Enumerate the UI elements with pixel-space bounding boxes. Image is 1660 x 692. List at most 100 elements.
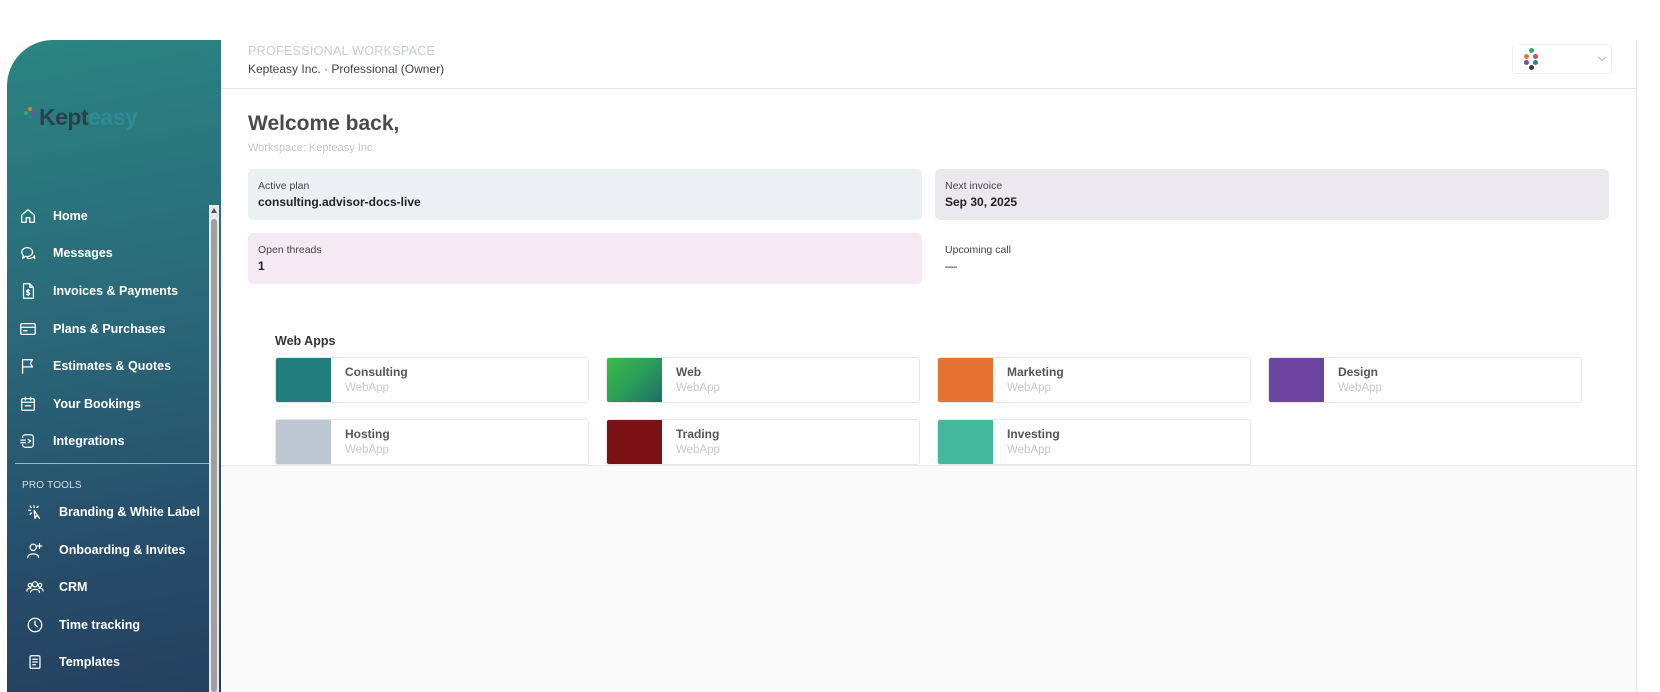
- app-name: Marketing: [1007, 365, 1064, 379]
- sidebar-item-templates[interactable]: Templates: [7, 644, 207, 682]
- open-threads-card: Open threads 1: [248, 233, 922, 284]
- card-label: Open threads: [258, 244, 322, 256]
- app-tile-design[interactable]: Design WebApp: [1268, 357, 1582, 403]
- sidebar-item-label: Plans & Purchases: [53, 321, 166, 336]
- app-name: Design: [1338, 365, 1379, 379]
- plug-icon: [17, 430, 39, 452]
- app-swatch: [607, 358, 662, 402]
- main-empty-area: [221, 465, 1638, 692]
- sidebar-item-branding[interactable]: Branding & White Label: [7, 493, 207, 531]
- app-type: WebApp: [676, 382, 720, 394]
- app-tile-trading[interactable]: Trading WebApp: [606, 419, 920, 465]
- users-icon: [24, 576, 46, 598]
- web-apps-title: Web Apps: [275, 334, 336, 348]
- app-swatch: [1269, 358, 1324, 402]
- app-swatch: [938, 358, 993, 402]
- card-label: Next invoice: [945, 180, 1003, 192]
- card-value: consulting.advisor-docs-live: [258, 195, 421, 209]
- sidebar-item-messages[interactable]: Messages: [7, 235, 207, 273]
- sidebar: Kept easy Home Messages Invoices & Paymen…: [7, 40, 221, 692]
- sidebar-item-onboarding[interactable]: Onboarding & Invites: [7, 531, 207, 569]
- sidebar-item-plans[interactable]: Plans & Purchases: [7, 310, 207, 348]
- upcoming-call-card: Upcoming call —: [935, 233, 1609, 284]
- app-name: Web: [676, 365, 702, 379]
- card-value: Sep 30, 2025: [945, 195, 1018, 209]
- sidebar-divider: [15, 463, 209, 465]
- clock-icon: [24, 614, 46, 636]
- sidebar-scrollbar[interactable]: [209, 205, 219, 692]
- page-title: Welcome back,: [248, 112, 400, 135]
- workspace-subtitle: Kepteasy Inc. · Professional (Owner): [248, 62, 445, 76]
- card-label: Active plan: [258, 180, 310, 192]
- sidebar-nav: Home Messages Invoices & Payments Plans …: [7, 197, 209, 681]
- app-tile-investing[interactable]: Investing WebApp: [937, 419, 1251, 465]
- sidebar-item-label: Messages: [53, 246, 113, 261]
- app-type: WebApp: [345, 444, 389, 456]
- pro-tools-list: Branding & White Label Onboarding & Invi…: [7, 493, 207, 681]
- app-tile-hosting[interactable]: Hosting WebApp: [275, 419, 589, 465]
- sidebar-item-bookings[interactable]: Your Bookings: [7, 385, 207, 423]
- calendar-icon: [17, 393, 39, 415]
- app-swatch: [276, 358, 331, 402]
- card-value: —: [945, 259, 957, 273]
- logo-dots-icon: [24, 106, 36, 119]
- sidebar-item-label: Onboarding & Invites: [59, 542, 186, 557]
- brand-logo[interactable]: Kept easy: [24, 104, 138, 131]
- sidebar-item-home[interactable]: Home: [7, 197, 207, 235]
- pro-tools-label: PRO TOOLS: [22, 480, 82, 492]
- card-value: 1: [258, 259, 265, 273]
- panel-edge: [1636, 40, 1637, 692]
- scroll-up-arrow-icon[interactable]: [211, 208, 217, 213]
- sidebar-item-label: Branding & White Label: [59, 504, 200, 519]
- app-type: WebApp: [345, 382, 389, 394]
- app-name: Hosting: [345, 427, 390, 441]
- home-icon: [17, 205, 39, 227]
- sidebar-item-integrations[interactable]: Integrations: [7, 423, 207, 461]
- sidebar-item-label: Your Bookings: [53, 396, 141, 411]
- header-divider: [221, 88, 1636, 89]
- active-plan-card: Active plan consulting.advisor-docs-live: [248, 169, 922, 220]
- app-swatch: [938, 420, 993, 464]
- document-icon: [24, 651, 46, 673]
- app-name: Trading: [676, 427, 720, 441]
- avatar: [1519, 47, 1543, 71]
- app-swatch: [276, 420, 331, 464]
- account-switcher[interactable]: [1512, 44, 1612, 74]
- sidebar-item-crm[interactable]: CRM: [7, 568, 207, 606]
- sidebar-item-invoices[interactable]: Invoices & Payments: [7, 272, 207, 310]
- app-name: Investing: [1007, 427, 1060, 441]
- sidebar-item-label: Templates: [59, 655, 120, 670]
- app-window: Kept easy Home Messages Invoices & Paymen…: [0, 0, 1660, 692]
- sidebar-item-label: Invoices & Payments: [53, 283, 179, 298]
- scrollbar-thumb[interactable]: [211, 219, 217, 692]
- chevron-down-icon: [1597, 52, 1607, 62]
- app-swatch: [607, 420, 662, 464]
- sparkle-cursor-icon: [24, 501, 46, 523]
- app-type: WebApp: [1338, 382, 1382, 394]
- sidebar-item-label: Integrations: [53, 434, 125, 449]
- next-invoice-card: Next invoice Sep 30, 2025: [935, 169, 1609, 220]
- app-name: Consulting: [345, 365, 408, 379]
- chat-icon: [17, 242, 39, 264]
- workspace-type-label: PROFESSIONAL WORKSPACE: [248, 44, 436, 58]
- sidebar-item-label: CRM: [59, 580, 88, 595]
- invoice-icon: [17, 280, 39, 302]
- sidebar-item-time-tracking[interactable]: Time tracking: [7, 606, 207, 644]
- app-type: WebApp: [1007, 444, 1051, 456]
- sidebar-item-label: Estimates & Quotes: [53, 359, 172, 374]
- app-tile-marketing[interactable]: Marketing WebApp: [937, 357, 1251, 403]
- app-tile-consulting[interactable]: Consulting WebApp: [275, 357, 589, 403]
- sidebar-item-label: Home: [53, 208, 88, 223]
- card-icon: [17, 318, 39, 340]
- app-type: WebApp: [676, 444, 720, 456]
- workspace-name: Workspace: Kepteasy Inc.: [248, 142, 376, 154]
- card-label: Upcoming call: [945, 244, 1011, 256]
- flag-icon: [17, 355, 39, 377]
- user-plus-icon: [24, 539, 46, 561]
- app-type: WebApp: [1007, 382, 1051, 394]
- sidebar-item-label: Time tracking: [59, 617, 141, 632]
- app-tile-web[interactable]: Web WebApp: [606, 357, 920, 403]
- logo-text-easy: easy: [88, 104, 138, 130]
- sidebar-item-estimates[interactable]: Estimates & Quotes: [7, 347, 207, 385]
- logo-text-kept: Kept: [39, 104, 89, 130]
